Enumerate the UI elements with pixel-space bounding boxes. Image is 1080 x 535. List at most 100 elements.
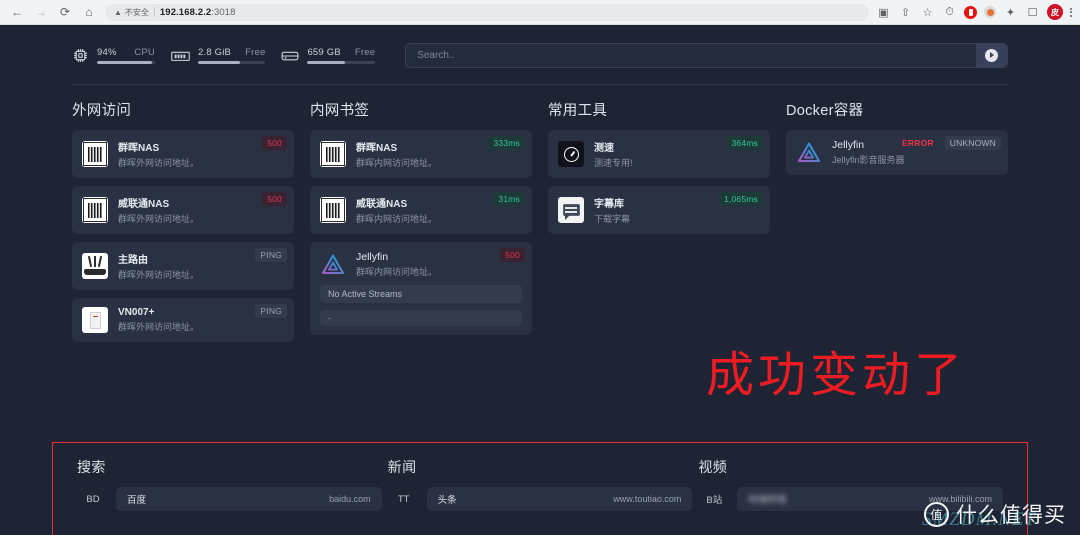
service-name: Jellyfin (832, 139, 865, 151)
circle-extension-icon[interactable] (984, 6, 996, 18)
column-title: Docker容器 (786, 103, 864, 119)
column-title: 常用工具 (548, 103, 608, 119)
service-desc: Jellyfin影音服务器 (832, 155, 905, 165)
jellyfin-stream-detail: - (320, 310, 522, 326)
reload-button[interactable]: ⟳ (54, 1, 76, 23)
bookmark-group-search: 搜索 BD 百度 baidu.com (77, 457, 388, 535)
bookmarks-panel: 搜索 BD 百度 baidu.com 新闻 TT 头条 www.toutiao.… (52, 442, 1028, 535)
bookmark-group-title: 视频 (698, 459, 728, 475)
widget-disk: 659 GB Free (281, 47, 376, 64)
disk-meter (307, 61, 376, 64)
bookmark-link[interactable]: 百度 baidu.com (116, 487, 382, 511)
jellyfin-icon (796, 140, 822, 166)
cpu-icon (72, 47, 89, 64)
bookmark-abbr: B站 (706, 495, 723, 506)
share-icon[interactable]: ⇧ (898, 5, 913, 20)
service-card-qnap-nas-internal[interactable]: 31ms 威联通NAS 群晖内网访问地址。 (310, 186, 532, 234)
widget-memory-body: 2.8 GiB Free (198, 47, 266, 64)
bookmark-link[interactable]: 头条 www.toutiao.com (426, 487, 693, 511)
forward-button[interactable]: → (30, 1, 52, 23)
search-input[interactable] (406, 44, 976, 67)
card-badges: 31ms (493, 192, 525, 206)
service-name: 主路由 (118, 255, 148, 266)
speedometer-extension-icon[interactable]: ⏱ (942, 5, 957, 20)
card-badges: ERROR UNKNOWN (897, 136, 1001, 150)
service-desc: 测速专用! (594, 158, 633, 168)
url-text: 192.168.2.2:3018 (160, 7, 236, 18)
column-external-access: 外网访问 500 群晖NAS 群晖外网访问地址。 500 威联通NAS 群晖外网… (72, 99, 294, 350)
info-bar: 94% CPU 2.8 GiB Free 659 GB Free Search.… (0, 25, 1080, 68)
nas-icon (82, 141, 108, 167)
bookmark-row[interactable]: BD 百度 baidu.com (77, 487, 382, 511)
cpu-meter (97, 61, 155, 64)
service-desc: 群晖外网访问地址。 (118, 158, 200, 168)
widget-memory: 2.8 GiB Free (171, 47, 266, 64)
service-card-speedtest[interactable]: 364ms 测速 测速专用! (548, 130, 770, 178)
kebab-menu-icon[interactable] (1070, 7, 1072, 17)
watermark-badge-icon: 值 (924, 501, 949, 527)
bookmark-abbr: TT (397, 493, 410, 505)
security-warning-label: 不安全 (124, 7, 149, 17)
bookmark-url: www.toutiao.com (613, 494, 682, 504)
subtitle-icon (558, 197, 584, 223)
memory-value: 2.8 GiB (198, 47, 232, 58)
status-badge: 500 (262, 192, 287, 206)
service-desc: 群晖内网访问地址。 (356, 214, 438, 224)
disk-value: 659 GB (307, 47, 341, 58)
card-badges: 500 (500, 248, 525, 262)
omnibox-divider (153, 7, 155, 17)
column-internal-bookmarks: 内网书签 333ms 群晖NAS 群晖内网访问地址。 31ms 威联通NAS 群… (310, 99, 532, 343)
service-desc: 群晖内网访问地址。 (356, 267, 438, 277)
cpu-value: 94% (97, 47, 117, 58)
nas-icon (320, 141, 346, 167)
status-badge: 1,065ms (718, 192, 763, 206)
cpu-label: CPU (134, 47, 155, 58)
service-desc: 下载字幕 (594, 214, 631, 224)
opera-extension-icon[interactable] (964, 5, 977, 19)
home-button[interactable]: ⌂ (78, 1, 100, 23)
browser-actions: ▣ ⇧ ☆ ⏱ ✦ ☐ 皮 (876, 4, 1074, 20)
puzzle-extension-icon[interactable]: ✦ (1003, 5, 1018, 20)
modem-icon (82, 307, 108, 333)
service-name: 威联通NAS (118, 199, 170, 210)
back-button[interactable]: ← (6, 1, 28, 23)
service-name: 威联通NAS (356, 199, 408, 210)
service-card-synology-nas-external[interactable]: 500 群晖NAS 群晖外网访问地址。 (72, 130, 294, 178)
service-card-jellyfin-internal[interactable]: 500 Jellyfin 群晖内网访问地址。 No Active Streams… (310, 242, 532, 335)
service-name: 群晖NAS (118, 143, 160, 154)
watermark-text: 什么值得买 (956, 504, 1066, 527)
duckduckgo-icon (985, 49, 998, 62)
memory-label: Free (245, 47, 266, 58)
service-columns: 外网访问 500 群晖NAS 群晖外网访问地址。 500 威联通NAS 群晖外网… (0, 85, 1080, 350)
status-badge-error: ERROR (902, 138, 934, 148)
service-card-main-router[interactable]: PING 主路由 群晖外网访问地址。 (72, 242, 294, 290)
bookmark-name: 百度 (127, 495, 147, 506)
service-card-synology-nas-internal[interactable]: 333ms 群晖NAS 群晖内网访问地址。 (310, 130, 532, 178)
bookmark-star-icon[interactable]: ☆ (920, 5, 935, 20)
translate-icon[interactable]: ▣ (876, 5, 891, 20)
resource-widgets: 94% CPU 2.8 GiB Free 659 GB Free (72, 47, 391, 64)
watermark: 值 什么值得买 (924, 499, 1066, 529)
service-card-vn007[interactable]: PING VN007+ 群晖外网访问地址。 (72, 298, 294, 342)
sidepanel-icon[interactable]: ☐ (1025, 5, 1040, 20)
card-badges: PING (255, 304, 287, 318)
service-card-jellyfin-docker[interactable]: ERROR UNKNOWN Jellyfin Jellyfin影音服务器 (786, 130, 1008, 175)
widget-cpu: 94% CPU (72, 47, 155, 64)
search-bar[interactable] (405, 43, 1008, 68)
jellyfin-stream-status: No Active Streams (320, 285, 522, 303)
security-warning[interactable]: ▲ 不安全 (114, 7, 149, 18)
address-bar[interactable]: ▲ 不安全 192.168.2.2:3018 (105, 3, 869, 21)
bookmark-group-news: 新闻 TT 头条 www.toutiao.com (388, 457, 699, 535)
disk-icon (281, 49, 299, 63)
search-provider-button[interactable] (976, 44, 1007, 67)
service-name: VN007+ (118, 307, 155, 318)
service-name: 字幕库 (594, 199, 624, 210)
bookmark-row[interactable]: TT 头条 www.toutiao.com (388, 487, 693, 511)
service-card-subtitle-library[interactable]: 1,065ms 字幕库 下载字幕 (548, 186, 770, 234)
service-card-qnap-nas-external[interactable]: 500 威联通NAS 群晖外网访问地址。 (72, 186, 294, 234)
column-title: 外网访问 (72, 103, 132, 119)
profile-avatar[interactable]: 皮 (1047, 4, 1063, 20)
annotation-text: 成功变动了 (706, 349, 967, 402)
service-name: Jellyfin (356, 251, 389, 263)
bookmark-name: 哔哩哔哩 (748, 495, 787, 506)
